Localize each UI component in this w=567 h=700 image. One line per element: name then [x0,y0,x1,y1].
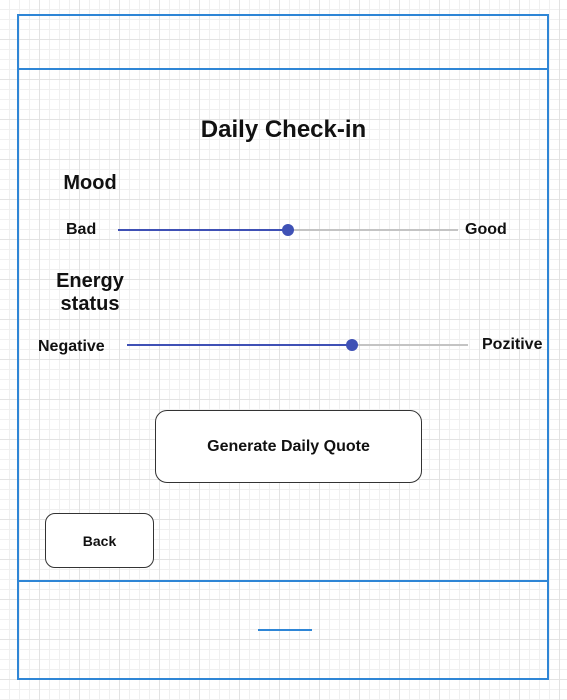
energy-label: Energy status [56,270,124,315]
generate-quote-button[interactable]: Generate Daily Quote [155,410,422,483]
mood-max-label: Good [465,221,507,238]
mood-slider-fill [118,229,288,231]
energy-min-label: Negative [38,338,105,355]
energy-max-label: Pozitive [482,336,543,353]
page-title: Daily Check-in [200,116,367,143]
mood-min-label: Bad [66,221,97,238]
energy-slider-fill [127,344,353,346]
mood-label: Mood [63,172,117,194]
mood-slider-thumb[interactable] [282,224,294,236]
footer-bar [19,580,547,680]
mood-slider[interactable] [118,224,458,236]
energy-slider[interactable] [127,339,468,351]
energy-slider-thumb[interactable] [346,339,359,351]
home-indicator[interactable] [258,629,312,631]
header-bar [19,16,547,70]
back-button[interactable]: Back [45,513,154,568]
